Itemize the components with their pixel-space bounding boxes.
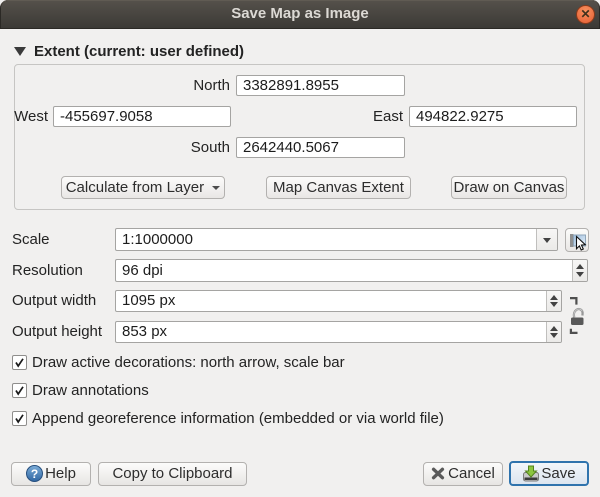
svg-text:?: ?: [31, 467, 38, 481]
